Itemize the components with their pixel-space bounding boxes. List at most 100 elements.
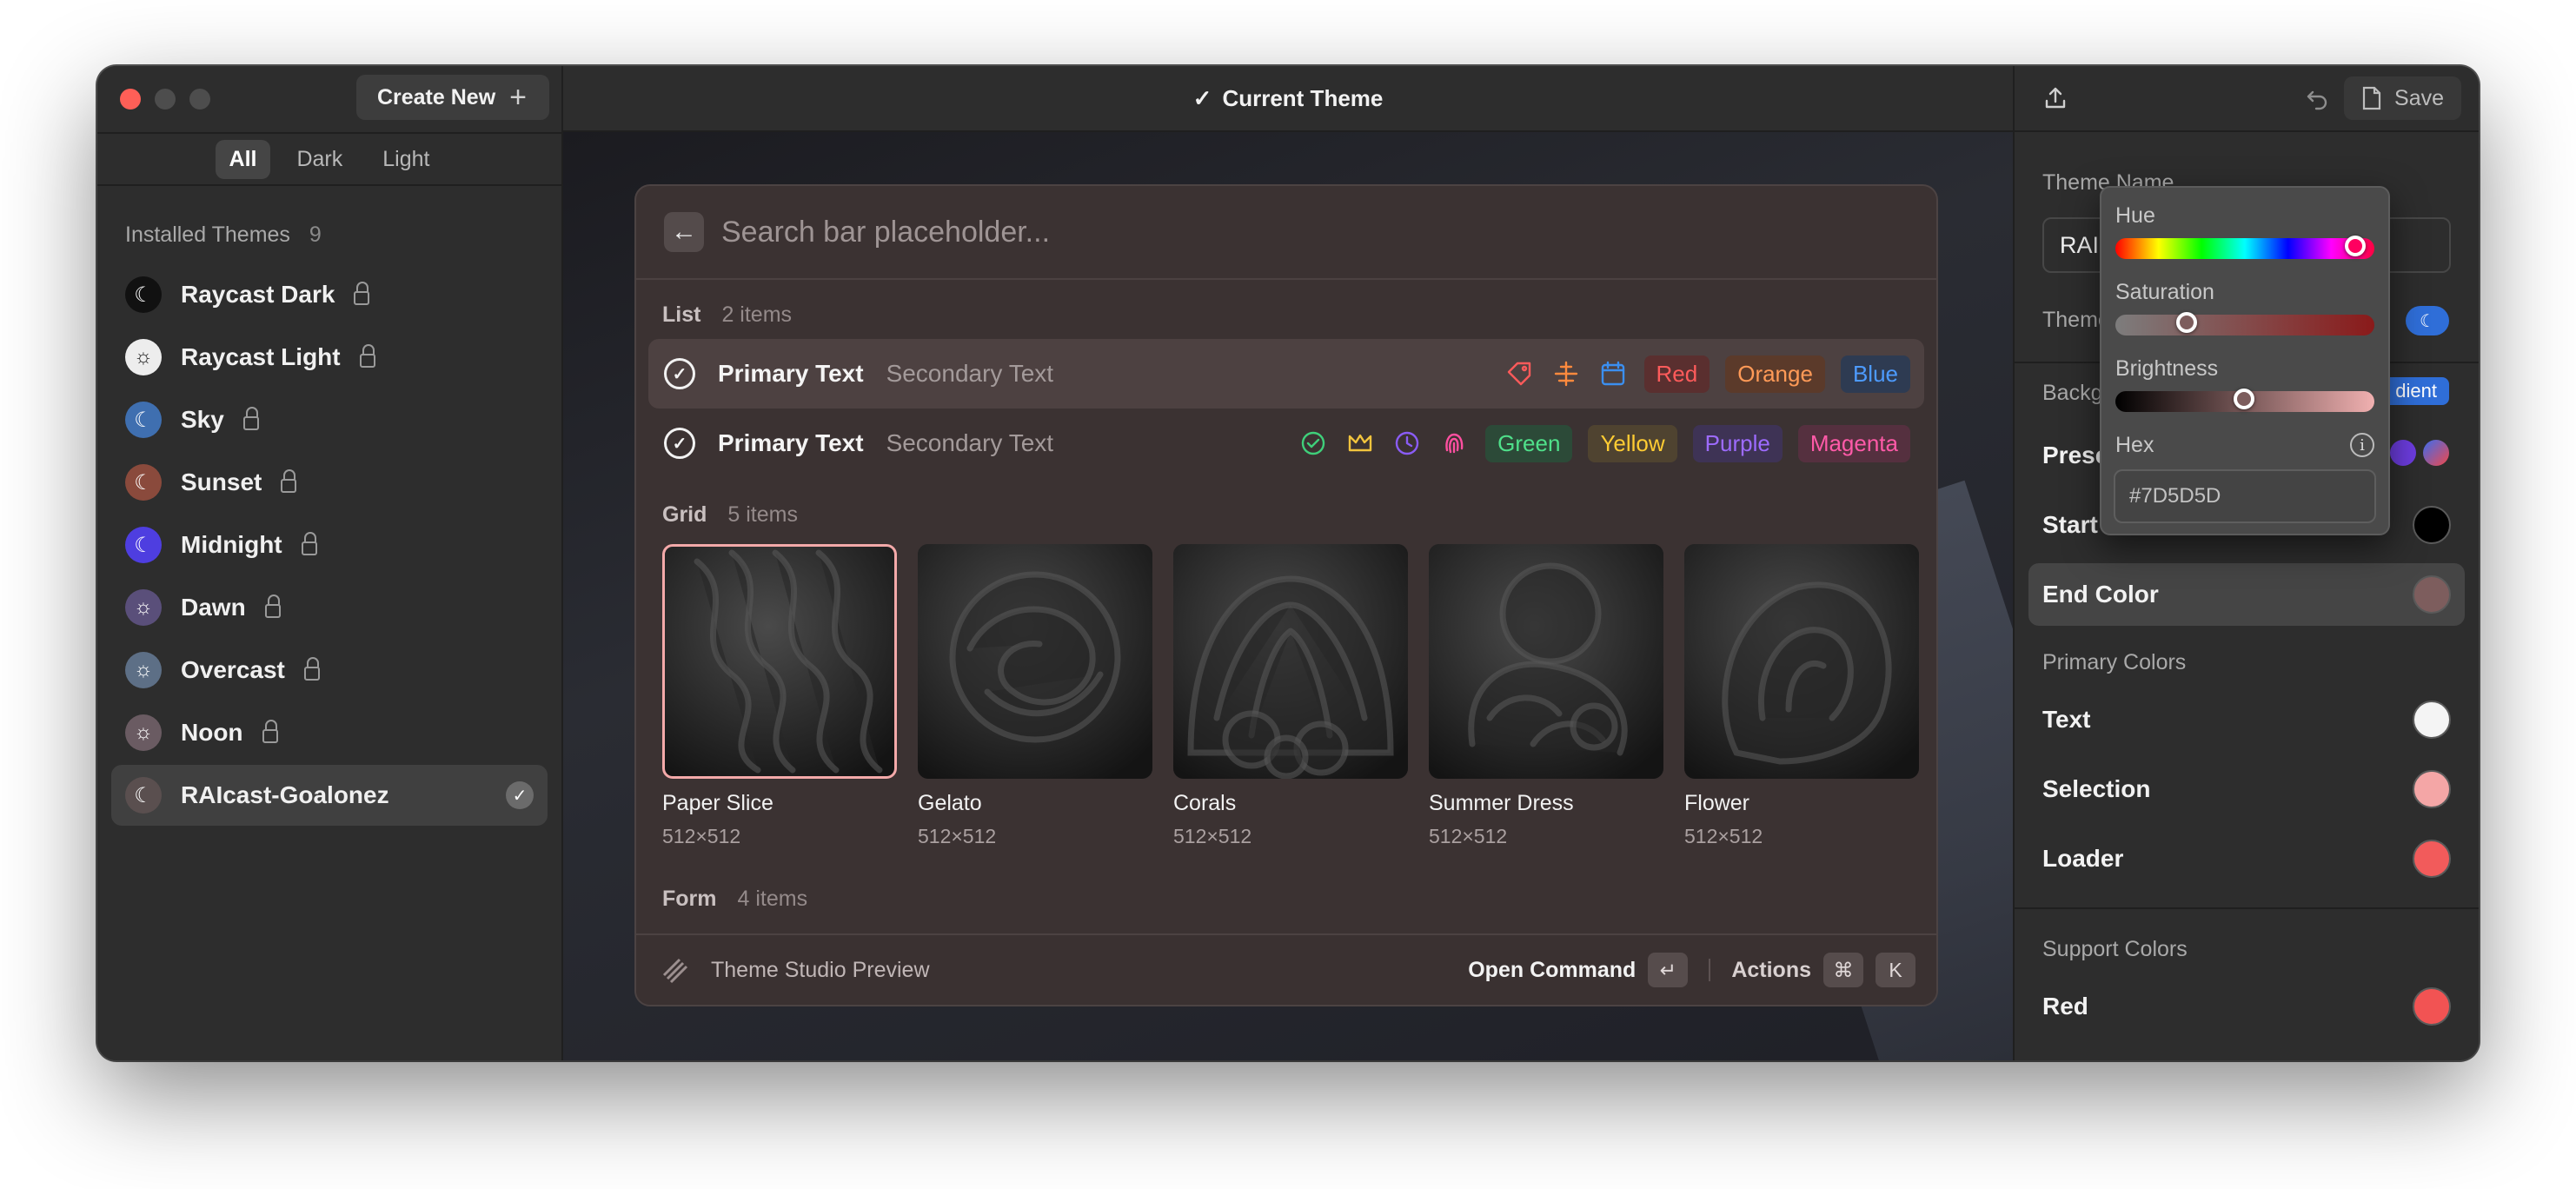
clock-icon (1391, 428, 1423, 459)
arrow-left-icon: ← (671, 217, 697, 246)
lock-icon (303, 657, 320, 681)
primary-color-selection[interactable]: Selection (2028, 758, 2465, 820)
support-color-red[interactable]: Red (2028, 975, 2465, 1038)
theme-item-label: RAIcast-Goalonez (181, 781, 389, 808)
divider (2015, 907, 2479, 909)
lock-icon (281, 469, 297, 493)
lock-icon (354, 282, 370, 305)
preset-swatch[interactable] (2390, 440, 2416, 466)
theme-item[interactable]: ☼ Noon (111, 702, 548, 763)
hex-input[interactable]: #7D5D5D (2114, 469, 2376, 523)
appearance-toggle[interactable]: ☾ (2406, 306, 2449, 335)
grid-item[interactable]: Gelato 512×512 (918, 544, 1152, 848)
search-input[interactable]: Search bar placeholder... (721, 216, 1050, 249)
primary-color-loader[interactable]: Loader (2028, 827, 2465, 890)
secondary-text: Secondary Text (886, 429, 1054, 456)
lock-icon (242, 407, 259, 430)
color-swatch[interactable] (2413, 840, 2451, 878)
color-swatch[interactable] (2413, 770, 2451, 808)
open-command-button[interactable]: Open Command (1468, 958, 1636, 983)
raycast-logo-icon (662, 958, 688, 984)
grid-item[interactable]: Paper Slice 512×512 (662, 544, 897, 848)
gradient-toggle[interactable]: dient (2383, 377, 2449, 405)
grid-thumbnail[interactable] (1173, 544, 1408, 779)
saturation-slider-knob[interactable] (2175, 312, 2197, 333)
actions-button[interactable]: Actions (1731, 958, 1811, 983)
grid-item[interactable]: Corals 512×512 (1173, 544, 1408, 848)
grid-thumbnail[interactable] (918, 544, 1152, 779)
grid-thumbnail[interactable] (1684, 544, 1919, 779)
enter-key: ↵ (1648, 953, 1689, 987)
theme-item-label: Midnight (181, 531, 282, 558)
zoom-window-button[interactable] (189, 89, 210, 110)
segment-dark[interactable]: Dark (282, 140, 356, 179)
check-circle-icon: ✓ (664, 358, 695, 389)
hue-slider[interactable] (2115, 236, 2374, 259)
theme-item[interactable]: ☾ Sunset (111, 452, 548, 513)
segment-all[interactable]: All (215, 139, 271, 179)
close-window-button[interactable] (120, 89, 141, 110)
calendar-icon (1597, 358, 1629, 389)
theme-item[interactable]: ☾ RAIcast-Goalonez ✓ (111, 765, 548, 826)
grid-item-title: Paper Slice (662, 791, 773, 815)
export-icon[interactable] (2042, 85, 2068, 111)
theme-item[interactable]: ☾ Raycast Dark (111, 264, 548, 325)
brightness-slider-knob[interactable] (2234, 389, 2255, 409)
tag-purple: Purple (1692, 424, 1783, 462)
grid-title: Grid (662, 502, 707, 527)
start-color-swatch[interactable] (2413, 506, 2451, 544)
check-circle-icon: ✓ (664, 428, 695, 459)
form-header: Form 4 items (636, 874, 1936, 923)
color-swatch[interactable] (2413, 701, 2451, 739)
theme-item[interactable]: ☾ Sky (111, 389, 548, 450)
moon-icon: ☾ (125, 777, 162, 814)
theme-item[interactable]: ☼ Dawn (111, 577, 548, 638)
saturation-slider[interactable] (2115, 312, 2374, 335)
grid-item-size: 512×512 (1684, 825, 1763, 847)
primary-colors-label: Primary Colors (2042, 650, 2187, 674)
color-label: Red (2042, 993, 2088, 1020)
list-item[interactable]: ✓ Primary Text Secondary Text Green Yellow Pu… (648, 409, 1924, 478)
moon-icon: ☾ (2420, 311, 2435, 331)
grid-item-size: 512×512 (662, 825, 741, 847)
end-color-swatch[interactable] (2413, 575, 2451, 614)
presets-label: Prese (2042, 442, 2109, 468)
hue-label: Hue (2115, 203, 2155, 228)
color-swatch[interactable] (2413, 987, 2451, 1026)
grid-item[interactable]: Summer Dress 512×512 (1429, 544, 1663, 848)
preview-stage: ← Search bar placeholder... List 2 items… (563, 132, 2013, 1060)
launcher-preview: ← Search bar placeholder... List 2 items… (634, 184, 1938, 1006)
minimize-window-button[interactable] (155, 89, 176, 110)
color-label: Text (2042, 706, 2091, 733)
list-item[interactable]: ✓ Primary Text Secondary Text Red Orange Blue (648, 339, 1924, 409)
grid-thumbnail[interactable] (1429, 544, 1663, 779)
preview-label: Theme Studio Preview (711, 957, 930, 982)
create-new-button[interactable]: Create New + (355, 75, 549, 120)
moon-icon: ☾ (125, 276, 162, 313)
primary-color-text[interactable]: Text (2028, 688, 2465, 751)
segment-light[interactable]: Light (368, 140, 443, 179)
theme-item[interactable]: ☾ Midnight (111, 515, 548, 575)
save-button[interactable]: Save (2344, 76, 2461, 120)
undo-icon[interactable] (2304, 85, 2330, 111)
search-row: ← Search bar placeholder... (636, 186, 1936, 280)
grid-item[interactable]: Flower 512×512 (1684, 544, 1919, 848)
tag-red: Red (1643, 355, 1710, 393)
end-color-row[interactable]: End Color (2028, 563, 2465, 626)
command-key: ⌘ (1823, 953, 1863, 987)
theme-item[interactable]: ☼ Raycast Light (111, 327, 548, 388)
preset-swatches (2390, 440, 2449, 466)
info-icon[interactable]: i (2350, 433, 2374, 457)
preset-swatch[interactable] (2423, 440, 2449, 466)
lock-icon (359, 344, 375, 368)
back-button[interactable]: ← (664, 212, 704, 252)
hue-slider-knob[interactable] (2345, 236, 2367, 256)
brightness-slider[interactable] (2115, 389, 2374, 412)
plane-icon (1550, 358, 1582, 389)
accessories: Red Orange Blue (1504, 355, 1910, 393)
form-title: Form (662, 886, 717, 911)
fingerprint-icon (1438, 428, 1470, 459)
theme-item[interactable]: ☼ Overcast (111, 640, 548, 701)
color-label: Loader (2042, 845, 2124, 872)
grid-thumbnail[interactable] (662, 544, 897, 779)
